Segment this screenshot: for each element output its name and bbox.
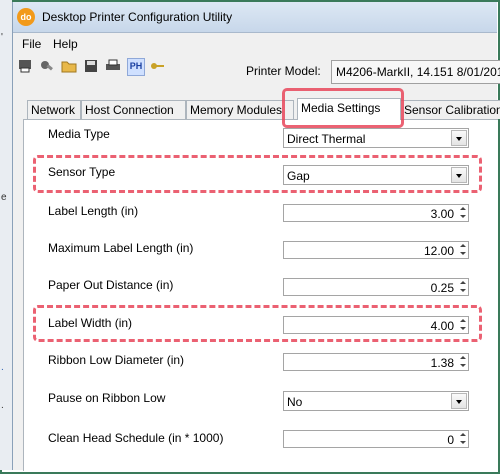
spinner-arrows-icon[interactable] (456, 317, 468, 333)
tab-network[interactable]: Network (27, 100, 81, 119)
label-length-label: Label Length (in) (48, 204, 139, 218)
printer-icon[interactable] (17, 58, 33, 74)
sensor-type-value: Gap (287, 169, 310, 183)
tools-icon[interactable] (39, 58, 55, 74)
label-width-stepper[interactable]: 4.00 (283, 316, 469, 334)
folder-open-icon[interactable] (61, 58, 77, 74)
key-icon[interactable] (149, 58, 165, 74)
print-icon[interactable] (105, 58, 121, 74)
save-icon[interactable] (83, 58, 99, 74)
tab-host-connection[interactable]: Host Connection (81, 100, 186, 119)
paper-out-distance-label: Paper Out Distance (in) (48, 278, 174, 292)
chevron-down-icon[interactable] (451, 393, 467, 409)
ph-icon[interactable]: PH (127, 58, 145, 76)
pause-on-ribbon-low-label: Pause on Ribbon Low (48, 391, 166, 405)
clean-head-schedule-label: Clean Head Schedule (in * 1000) (48, 431, 224, 445)
media-type-label: Media Type (48, 127, 110, 141)
tab-memory-modules[interactable]: Memory Modules (186, 100, 294, 119)
printer-model-value: M4206-MarkII, 14.151 8/01/2014 (331, 60, 500, 84)
media-settings-panel: Media Type Direct Thermal Sensor Type Ga… (23, 119, 498, 471)
media-type-value: Direct Thermal (287, 132, 366, 146)
label-width-value: 4.00 (430, 319, 454, 333)
paper-out-distance-value: 0.25 (430, 281, 454, 295)
label-width-label: Label Width (in) (48, 316, 133, 330)
pause-on-ribbon-low-select[interactable]: No (283, 391, 469, 411)
chevron-down-icon[interactable] (451, 130, 467, 146)
spinner-arrows-icon[interactable] (456, 431, 468, 447)
ribbon-low-diameter-label: Ribbon Low Diameter (in) (48, 353, 185, 367)
sensor-type-label: Sensor Type (48, 165, 116, 179)
printer-model-label: Printer Model: (246, 64, 321, 78)
label-length-stepper[interactable]: 3.00 (283, 204, 469, 222)
max-label-length-label: Maximum Label Length (in) (48, 241, 194, 255)
app-logo-icon: do (17, 8, 35, 26)
clean-head-schedule-stepper[interactable]: 0 (283, 430, 469, 448)
chevron-down-icon[interactable] (451, 167, 467, 183)
ribbon-low-diameter-stepper[interactable]: 1.38 (283, 353, 469, 371)
spinner-arrows-icon[interactable] (456, 242, 468, 258)
menu-file[interactable]: File (22, 37, 41, 51)
menu-help[interactable]: Help (53, 37, 78, 51)
max-label-length-value: 12.00 (423, 244, 454, 258)
spinner-arrows-icon[interactable] (456, 205, 468, 221)
spinner-arrows-icon[interactable] (456, 279, 468, 295)
sensor-type-select[interactable]: Gap (283, 165, 469, 185)
pause-on-ribbon-low-value: No (287, 395, 303, 409)
tab-strip: Network Host Connection Memory Modules M… (23, 98, 500, 120)
ribbon-low-diameter-value: 1.38 (430, 356, 454, 370)
tab-sensor-calibration[interactable]: Sensor Calibration (400, 100, 500, 119)
window-title: Desktop Printer Configuration Utility (42, 10, 233, 24)
tab-media-settings[interactable]: Media Settings (297, 98, 401, 120)
media-type-select[interactable]: Direct Thermal (283, 128, 469, 148)
clean-head-schedule-value: 0 (447, 433, 454, 447)
max-label-length-stepper[interactable]: 12.00 (283, 241, 469, 259)
menu-bar: File Help (13, 36, 497, 52)
app-window: do Desktop Printer Configuration Utility… (12, 2, 500, 471)
title-bar: do Desktop Printer Configuration Utility (13, 2, 497, 33)
paper-out-distance-stepper[interactable]: 0.25 (283, 278, 469, 296)
label-length-value: 3.00 (430, 207, 454, 221)
desktop-background: ' e . . (0, 0, 12, 470)
spinner-arrows-icon[interactable] (456, 354, 468, 370)
